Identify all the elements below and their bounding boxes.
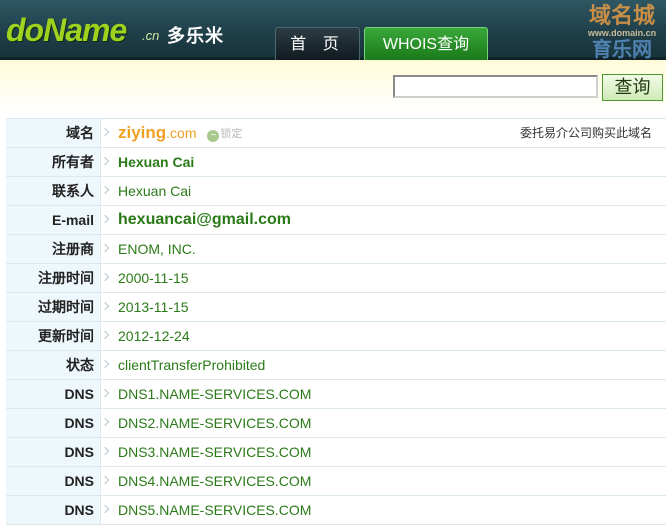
- created-date-value: 2000-11-15: [118, 270, 189, 286]
- chevron-right-icon: [100, 330, 110, 340]
- row-label: 注册时间: [6, 264, 101, 292]
- row-label: 域名: [6, 119, 101, 147]
- row-label: 更新时间: [6, 322, 101, 350]
- row-label: 注册商: [6, 235, 101, 263]
- status-value: clientTransferProhibited: [118, 357, 266, 373]
- row-label: 联系人: [6, 177, 101, 205]
- search-button[interactable]: 查询: [602, 74, 663, 101]
- table-row-contact: 联系人 Hexuan Cai: [6, 177, 666, 206]
- table-row-domain: 域名 ziying.com − 锁定 委托易介公司购买此域名: [6, 119, 666, 148]
- table-row-dns: DNS DNS1.NAME-SERVICES.COM: [6, 380, 666, 409]
- row-label: DNS: [6, 409, 101, 437]
- watermark-line-1: 域名城: [588, 3, 655, 28]
- table-row-status: 状态 clientTransferProhibited: [6, 351, 666, 380]
- chevron-right-icon: [100, 156, 110, 166]
- registrar-value: ENOM, INC.: [118, 241, 196, 257]
- updated-date-value: 2012-12-24: [118, 328, 190, 344]
- chevron-right-icon: [100, 243, 110, 253]
- chevron-right-icon: [100, 388, 110, 398]
- minus-circle-icon: −: [207, 130, 220, 142]
- contact-value: Hexuan Cai: [118, 183, 192, 199]
- watermark-line-3: 育乐网: [592, 39, 652, 61]
- domain-name: ziying: [118, 123, 167, 142]
- row-label: 过期时间: [6, 293, 101, 321]
- table-row-expires: 过期时间 2013-11-15: [6, 293, 666, 322]
- chevron-right-icon: [100, 214, 110, 224]
- dns-value: DNS2.NAME-SERVICES.COM: [118, 415, 312, 431]
- table-row-dns: DNS DNS3.NAME-SERVICES.COM: [6, 438, 666, 467]
- table-row-dns: DNS DNS2.NAME-SERVICES.COM: [6, 409, 666, 438]
- row-label: 所有者: [6, 148, 101, 176]
- dns-value: DNS3.NAME-SERVICES.COM: [118, 444, 312, 460]
- dns-value: DNS5.NAME-SERVICES.COM: [118, 502, 312, 518]
- nav-tab-whois[interactable]: WHOIS查询: [364, 27, 488, 60]
- table-row-dns: DNS DNS5.NAME-SERVICES.COM: [6, 496, 666, 525]
- chevron-right-icon: [100, 446, 110, 456]
- chevron-right-icon: [100, 504, 110, 514]
- table-row-created: 注册时间 2000-11-15: [6, 264, 666, 293]
- table-row-owner: 所有者 Hexuan Cai: [6, 148, 666, 177]
- table-row-updated: 更新时间 2012-12-24: [6, 322, 666, 351]
- email-value: hexuancai@gmail.com: [118, 211, 291, 228]
- nav-tab-home[interactable]: 首 页: [275, 27, 360, 60]
- row-label: 状态: [6, 351, 101, 379]
- expiry-date-value: 2013-11-15: [118, 299, 189, 315]
- chevron-right-icon: [100, 301, 110, 311]
- chevron-right-icon: [100, 359, 110, 369]
- table-row-dns: DNS DNS4.NAME-SERVICES.COM: [6, 467, 666, 496]
- table-row-email: E-mail hexuancai@gmail.com: [6, 206, 666, 235]
- row-label: DNS: [6, 467, 101, 495]
- lock-status: − 锁定: [207, 120, 242, 148]
- chevron-right-icon: [100, 185, 110, 195]
- watermark-logo: 域名城 www.domain.cn 育乐网: [578, 3, 666, 62]
- domain-tld: .com: [166, 125, 197, 141]
- dns-value: DNS1.NAME-SERVICES.COM: [118, 386, 312, 402]
- owner-value: Hexuan Cai: [118, 154, 195, 170]
- chevron-right-icon: [100, 417, 110, 427]
- dns-value: DNS4.NAME-SERVICES.COM: [118, 473, 312, 489]
- chevron-right-icon: [100, 127, 110, 137]
- domain-value: ziying.com − 锁定: [118, 119, 242, 147]
- row-label: E-mail: [6, 206, 101, 234]
- brand-name: 多乐米: [167, 26, 224, 46]
- watermark-line-2: www.domain.cn: [587, 28, 657, 38]
- row-label: DNS: [6, 438, 101, 466]
- whois-table: 域名 ziying.com − 锁定 委托易介公司购买此域名 所有者 Hexuan…: [6, 118, 666, 525]
- chevron-right-icon: [100, 475, 110, 485]
- logo-suffix: .cn: [142, 28, 160, 43]
- row-label: DNS: [6, 496, 101, 524]
- buy-domain-link[interactable]: 委托易介公司购买此域名: [520, 119, 652, 147]
- table-row-registrar: 注册商 ENOM, INC.: [6, 235, 666, 264]
- domain-search-input[interactable]: [393, 75, 598, 98]
- chevron-right-icon: [100, 272, 110, 282]
- row-label: DNS: [6, 380, 101, 408]
- site-logo[interactable]: doName: [6, 10, 127, 50]
